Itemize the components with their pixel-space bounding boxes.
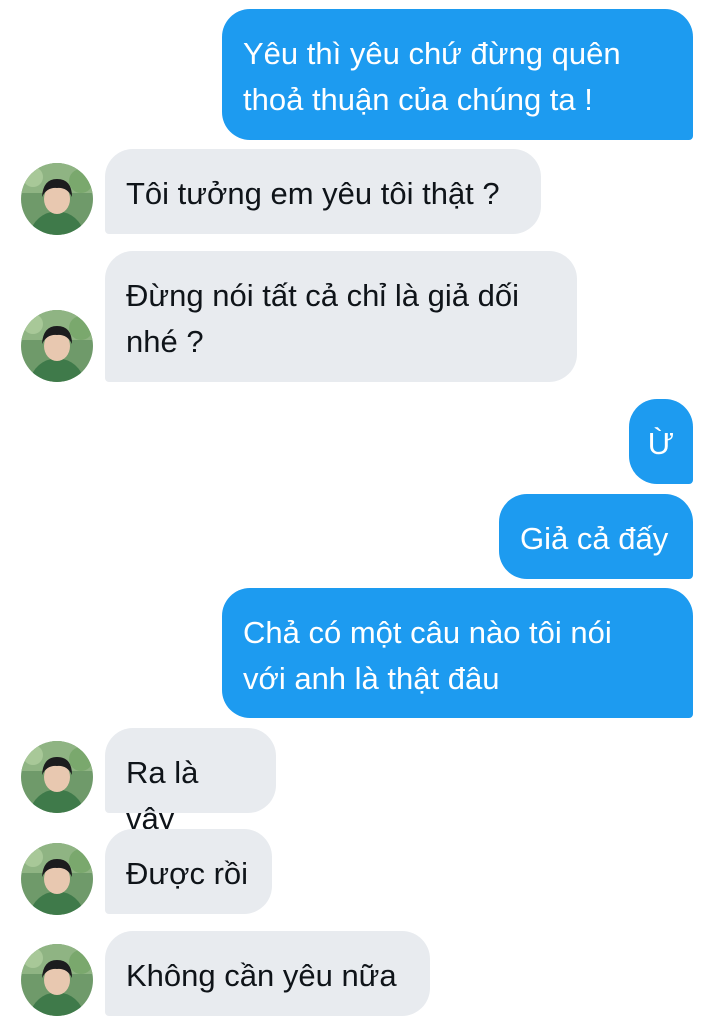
incoming-message[interactable]: Ra là vậy bbox=[105, 728, 276, 836]
contact-avatar[interactable] bbox=[21, 843, 93, 915]
incoming-message[interactable]: Tôi tưởng em yêu tôi thật ? bbox=[105, 149, 541, 234]
outgoing-message[interactable]: Chả có một câu nào tôi nói với anh là th… bbox=[222, 588, 693, 718]
outgoing-message[interactable]: Ừ bbox=[629, 399, 693, 484]
avatar-photo-icon bbox=[21, 843, 93, 915]
incoming-message[interactable]: Đừng nói tất cả chỉ là giả dối nhé ? bbox=[105, 251, 577, 382]
contact-avatar[interactable] bbox=[21, 310, 93, 382]
outgoing-message[interactable]: Giả cả đấy bbox=[499, 494, 693, 579]
avatar-photo-icon bbox=[21, 163, 93, 235]
outgoing-message[interactable]: Yêu thì yêu chứ đừng quên thoả thuận của… bbox=[222, 9, 693, 140]
incoming-message[interactable]: Được rồi bbox=[105, 829, 272, 914]
contact-avatar[interactable] bbox=[21, 741, 93, 813]
contact-avatar[interactable] bbox=[21, 944, 93, 1016]
avatar-photo-icon bbox=[21, 944, 93, 1016]
avatar-photo-icon bbox=[21, 310, 93, 382]
avatar-photo-icon bbox=[21, 741, 93, 813]
contact-avatar[interactable] bbox=[21, 163, 93, 235]
incoming-message[interactable]: Không cần yêu nữa bbox=[105, 931, 430, 1016]
